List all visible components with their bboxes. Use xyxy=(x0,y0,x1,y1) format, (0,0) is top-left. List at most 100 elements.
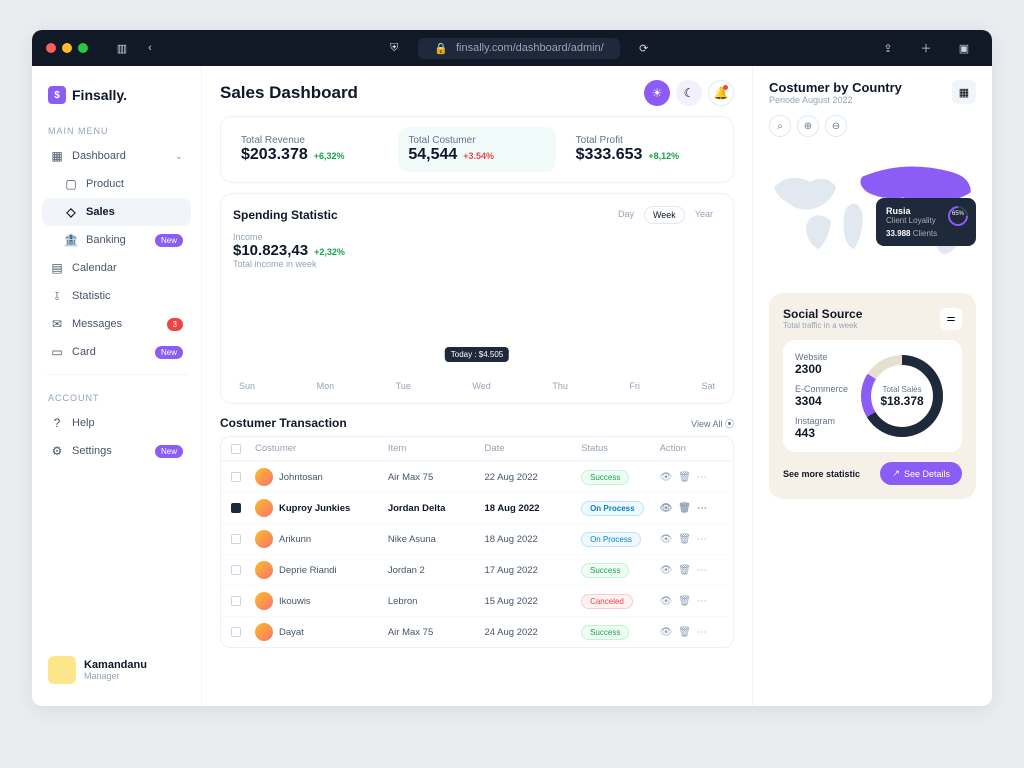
world-map[interactable]: 65% Rusia Client Loyality 33.988 Clients xyxy=(769,143,976,283)
notifications-button[interactable]: 🔔 xyxy=(708,80,734,106)
gear-icon: ⚙ xyxy=(50,444,64,458)
row-checkbox[interactable] xyxy=(231,503,241,513)
map-tip-sub: Client Loyality xyxy=(886,216,966,225)
sidebar-toggle-icon[interactable]: ▥ xyxy=(114,40,130,56)
new-badge: New xyxy=(155,234,183,247)
view-icon[interactable]: 👁 xyxy=(660,503,673,514)
grid-icon: ▦ xyxy=(50,149,64,163)
titlebar: ▥ ‹ ⛨ 🔒 finsally.com/dashboard/admin/ ⟳ … xyxy=(32,30,992,66)
row-checkbox[interactable] xyxy=(231,534,241,544)
filter-icon[interactable]: ⚌ xyxy=(940,308,962,330)
bar-chart: Today : $4.505 xyxy=(233,275,721,375)
sidebar-item-statistic[interactable]: ⫱ Statistic xyxy=(42,282,191,310)
reload-icon[interactable]: ⟳ xyxy=(636,40,652,56)
social-label: Instagram xyxy=(795,416,835,426)
shield-icon[interactable]: ⛨ xyxy=(386,40,402,56)
new-tab-icon[interactable]: ＋ xyxy=(918,40,934,56)
sidebar-item-calendar[interactable]: ▤ Calendar xyxy=(42,254,191,282)
row-checkbox[interactable] xyxy=(231,596,241,606)
col-customer: Costumer xyxy=(255,443,382,454)
range-tabs: Day Week Year xyxy=(610,206,721,224)
tabs-icon[interactable]: ▣ xyxy=(956,40,972,56)
customer-name: Johntosan xyxy=(279,472,323,483)
more-icon[interactable]: ⋯ xyxy=(697,472,707,483)
view-icon[interactable]: 👁 xyxy=(660,534,673,545)
sidebar-item-product[interactable]: ▢ Product xyxy=(42,170,191,198)
view-icon[interactable]: 👁 xyxy=(660,472,673,483)
sidebar-item-help[interactable]: ? Help xyxy=(42,409,191,437)
delete-icon[interactable]: 🗑 xyxy=(678,534,691,545)
share-icon[interactable]: ⇪ xyxy=(880,40,896,56)
url-bar[interactable]: 🔒 finsally.com/dashboard/admin/ xyxy=(418,38,619,59)
brand[interactable]: $ Finsally. xyxy=(42,82,191,116)
table-row[interactable]: Dayat Air Max 75 24 Aug 2022 Success 👁🗑⋯ xyxy=(221,616,733,647)
range-day[interactable]: Day xyxy=(610,206,642,224)
sidebar-item-label: Product xyxy=(86,178,124,190)
social-value: 2300 xyxy=(795,362,848,376)
more-icon[interactable]: ⋯ xyxy=(697,565,707,576)
back-icon[interactable]: ‹ xyxy=(142,40,158,56)
view-all-link[interactable]: View All ⦿ xyxy=(691,417,734,430)
range-year[interactable]: Year xyxy=(687,206,721,224)
more-icon[interactable]: ⋯ xyxy=(697,627,707,638)
view-icon[interactable]: 👁 xyxy=(660,596,673,607)
social-value: 443 xyxy=(795,426,848,440)
item-cell: Jordan Delta xyxy=(388,503,479,514)
sidebar-item-card[interactable]: ▭ Card New xyxy=(42,338,191,366)
table-row[interactable]: Kuproy Junkies Jordan Delta 18 Aug 2022 … xyxy=(221,492,733,523)
view-icon[interactable]: 👁 xyxy=(660,565,673,576)
url-text: finsally.com/dashboard/admin/ xyxy=(456,42,604,54)
bar-labels: SunMonTueWedThuFriSat xyxy=(233,381,721,391)
more-icon[interactable]: ⋯ xyxy=(697,503,707,514)
row-checkbox[interactable] xyxy=(231,565,241,575)
table-row[interactable]: Deprie Riandi Jordan 2 17 Aug 2022 Succe… xyxy=(221,554,733,585)
minimize-icon[interactable] xyxy=(62,43,72,53)
date-cell: 18 Aug 2022 xyxy=(484,503,575,514)
select-all-checkbox[interactable] xyxy=(231,444,241,454)
calendar-button[interactable]: ▦ xyxy=(952,80,976,104)
table-row[interactable]: Johntosan Air Max 75 22 Aug 2022 Success… xyxy=(221,461,733,492)
maximize-icon[interactable] xyxy=(78,43,88,53)
row-checkbox[interactable] xyxy=(231,472,241,482)
delete-icon[interactable]: 🗑 xyxy=(678,565,691,576)
zoom-in-icon[interactable]: ⊕ xyxy=(797,115,819,137)
theme-light-button[interactable]: ☀ xyxy=(644,80,670,106)
kpi-value: 54,544 xyxy=(408,146,457,164)
more-icon[interactable]: ⋯ xyxy=(697,596,707,607)
more-icon[interactable]: ⋯ xyxy=(697,534,707,545)
close-icon[interactable] xyxy=(46,43,56,53)
delete-icon[interactable]: 🗑 xyxy=(678,503,691,514)
delete-icon[interactable]: 🗑 xyxy=(678,596,691,607)
avatar xyxy=(255,623,273,641)
table-header: Costumer Item Date Status Action xyxy=(221,437,733,461)
current-user[interactable]: Kamandanu Manager xyxy=(42,650,191,690)
sidebar-item-label: Settings xyxy=(72,445,112,457)
kpi-value: $203.378 xyxy=(241,146,308,164)
theme-dark-button[interactable]: ☾ xyxy=(676,80,702,106)
income-delta: +2,32% xyxy=(314,247,345,257)
delete-icon[interactable]: 🗑 xyxy=(678,472,691,483)
table-row[interactable]: Arikunn Nike Asuna 18 Aug 2022 On Proces… xyxy=(221,523,733,554)
search-icon[interactable]: ⌕ xyxy=(769,115,791,137)
chart-tooltip: Today : $4.505 xyxy=(445,347,509,362)
sidebar-item-banking[interactable]: 🏦 Banking New xyxy=(42,226,191,254)
sidebar-item-messages[interactable]: ✉ Messages 3 xyxy=(42,310,191,338)
kpi-label: Total Revenue xyxy=(241,135,378,146)
sidebar-item-settings[interactable]: ⚙ Settings New xyxy=(42,437,191,465)
delete-icon[interactable]: 🗑 xyxy=(678,627,691,638)
avatar xyxy=(255,468,273,486)
see-more-link[interactable]: See more statistic xyxy=(783,469,860,479)
spending-chart-card: Spending Statistic Day Week Year Income … xyxy=(220,193,734,404)
row-checkbox[interactable] xyxy=(231,627,241,637)
sidebar-item-label: Statistic xyxy=(72,290,111,302)
lock-icon: 🔒 xyxy=(434,42,448,55)
view-icon[interactable]: 👁 xyxy=(660,627,673,638)
donut-label: Total Sales xyxy=(882,385,921,394)
see-details-button[interactable]: ↗ See Details xyxy=(880,462,962,485)
sidebar-item-sales[interactable]: ◇ Sales xyxy=(42,198,191,226)
table-row[interactable]: Ikouwis Lebron 15 Aug 2022 Canceled 👁🗑⋯ xyxy=(221,585,733,616)
range-week[interactable]: Week xyxy=(644,206,685,224)
sidebar-item-dashboard[interactable]: ▦ Dashboard ⌄ xyxy=(42,142,191,170)
zoom-out-icon[interactable]: ⊖ xyxy=(825,115,847,137)
status-badge: Success xyxy=(581,470,629,485)
